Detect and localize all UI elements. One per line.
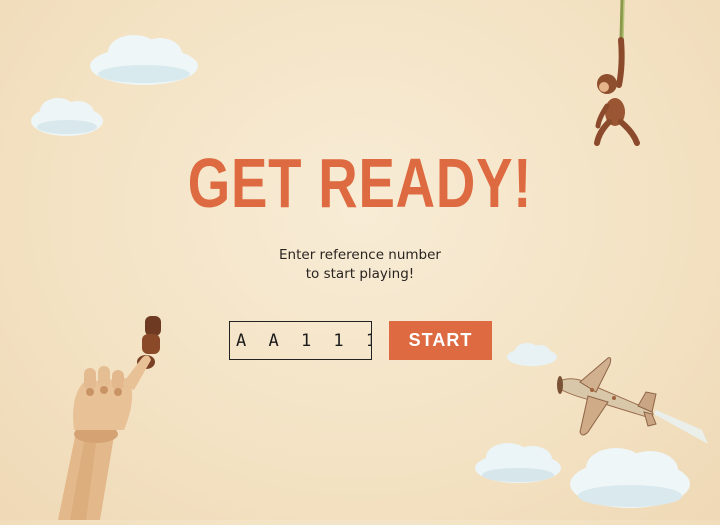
monkey-figure (585, 0, 655, 165)
wooden-hand-figure (40, 312, 170, 525)
toy-airplane (552, 352, 712, 457)
cloud-top-left-small (28, 95, 106, 139)
reference-number-input[interactable] (229, 321, 372, 360)
instructions-text: Enter reference number to start playing! (0, 246, 720, 284)
start-button[interactable]: START (389, 321, 492, 360)
game-start-screen: GET READY! Enter reference number to sta… (0, 0, 720, 520)
page-title: GET READY! (187, 144, 533, 222)
cloud-mid-right-small (505, 340, 559, 368)
cloud-top-left-large (86, 30, 201, 88)
cloud-bottom-middle (472, 440, 564, 486)
instructions-line-1: Enter reference number (279, 247, 441, 263)
instructions-line-2: to start playing! (305, 266, 415, 282)
